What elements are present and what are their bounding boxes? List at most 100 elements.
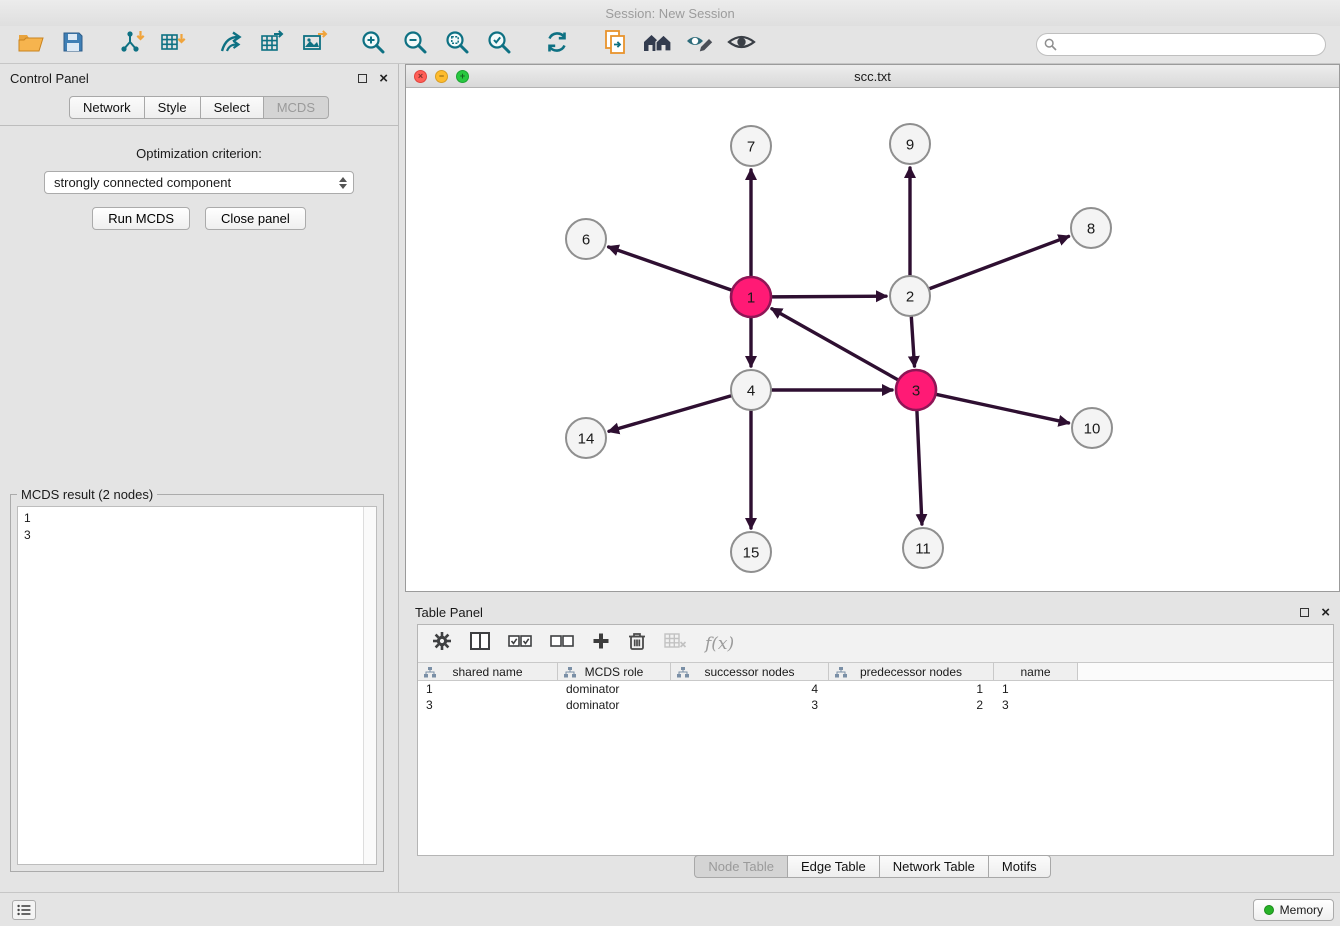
cell-mcds-role[interactable]: dominator [558, 681, 671, 697]
cell-name[interactable]: 3 [994, 697, 1078, 713]
mcds-result-title: MCDS result (2 nodes) [17, 487, 157, 502]
houses-icon [642, 30, 673, 59]
graph-edge-4-14[interactable] [609, 396, 731, 431]
graph-edge-1-2[interactable] [772, 296, 886, 297]
cell-successor-nodes[interactable]: 4 [671, 681, 829, 697]
graph-edge-3-11[interactable] [917, 411, 922, 524]
graph-edge-2-3[interactable] [911, 317, 914, 366]
graph-node-1[interactable]: 1 [731, 277, 771, 317]
tab-mcds[interactable]: MCDS [263, 96, 329, 119]
graph-edge-1-6[interactable] [609, 247, 732, 290]
graph-edge-3-10[interactable] [937, 394, 1069, 423]
zoom-out-button[interactable] [398, 29, 432, 61]
optimization-criterion-label: Optimization criterion: [0, 146, 398, 161]
export-image-button[interactable] [298, 29, 332, 61]
plus-icon [592, 632, 610, 650]
column-header-predecessor-nodes[interactable]: predecessor nodes [829, 663, 994, 680]
network-window-titlebar[interactable]: × − + scc.txt [406, 65, 1339, 88]
import-table-icon [160, 30, 186, 60]
graph-node-2[interactable]: 2 [890, 276, 930, 316]
tab-network[interactable]: Network [69, 96, 145, 119]
zoom-fit-button[interactable] [440, 29, 474, 61]
graph-node-15[interactable]: 15 [731, 532, 771, 572]
tab-network-table[interactable]: Network Table [879, 855, 989, 878]
clone-network-button[interactable] [598, 29, 632, 61]
graph-node-8[interactable]: 8 [1071, 208, 1111, 248]
show-log-button[interactable] [12, 900, 36, 920]
zoom-in-button[interactable] [356, 29, 390, 61]
memory-button[interactable]: Memory [1253, 899, 1334, 921]
control-panel-tabs: Network Style Select MCDS [0, 92, 398, 126]
search-input[interactable] [1036, 33, 1326, 56]
refresh-icon [544, 29, 570, 60]
cell-mcds-role[interactable]: dominator [558, 697, 671, 713]
graph-node-3[interactable]: 3 [896, 370, 936, 410]
graph-node-11[interactable]: 11 [903, 528, 943, 568]
column-header-shared-name[interactable]: shared name [418, 663, 558, 680]
deselect-all-button[interactable] [550, 634, 574, 654]
zoom-window-button[interactable]: + [456, 70, 469, 83]
eye-icon [727, 31, 756, 58]
graph-edge-3-1[interactable] [772, 309, 898, 380]
minimize-window-button[interactable]: − [435, 70, 448, 83]
floppy-disk-icon [62, 31, 84, 58]
column-header-successor-nodes[interactable]: successor nodes [671, 663, 829, 680]
float-table-panel-icon[interactable] [1300, 608, 1309, 617]
close-table-panel-icon[interactable]: × [1321, 605, 1330, 620]
table-row[interactable]: 1dominator411 [418, 681, 1333, 697]
delete-column-button[interactable] [628, 631, 646, 656]
show-annotations-button[interactable] [682, 29, 716, 61]
tab-node-table[interactable]: Node Table [694, 855, 788, 878]
zoom-fit-icon [444, 29, 470, 60]
home-button[interactable] [640, 29, 674, 61]
tab-style[interactable]: Style [144, 96, 201, 119]
refresh-button[interactable] [540, 29, 574, 61]
function-builder-button[interactable]: f(x) [705, 634, 734, 654]
cell-predecessor-nodes[interactable]: 2 [829, 697, 994, 713]
result-scrollbar[interactable] [363, 507, 376, 864]
window-title: Session: New Session [605, 6, 734, 21]
close-panel-icon[interactable]: × [379, 71, 388, 86]
mcds-result-list[interactable]: 1 3 [17, 506, 377, 865]
optimization-dropdown[interactable]: strongly connected component [44, 171, 354, 194]
save-session-button[interactable] [56, 29, 90, 61]
cell-successor-nodes[interactable]: 3 [671, 697, 829, 713]
graph-node-6[interactable]: 6 [566, 219, 606, 259]
close-window-button[interactable]: × [414, 70, 427, 83]
network-graph[interactable]: 7 9 6 8 1 2 4 3 14 10 15 11 [406, 88, 1339, 591]
cell-shared-name[interactable]: 3 [418, 697, 558, 713]
show-graphics-button[interactable] [724, 29, 758, 61]
column-header-name[interactable]: name [994, 663, 1078, 680]
graph-node-9[interactable]: 9 [890, 124, 930, 164]
export-table-button[interactable] [256, 29, 290, 61]
graph-node-4[interactable]: 4 [731, 370, 771, 410]
select-all-button[interactable] [508, 634, 532, 654]
cell-predecessor-nodes[interactable]: 1 [829, 681, 994, 697]
close-panel-button[interactable]: Close panel [205, 207, 306, 230]
open-session-button[interactable] [14, 29, 48, 61]
eye-pen-icon [685, 30, 714, 59]
zoom-selected-button[interactable] [482, 29, 516, 61]
import-table-button[interactable] [156, 29, 190, 61]
export-network-button[interactable] [214, 29, 248, 61]
show-columns-button[interactable] [470, 632, 490, 655]
column-header-mcds-role[interactable]: MCDS role [558, 663, 671, 680]
float-panel-icon[interactable] [358, 74, 367, 83]
table-row[interactable]: 3dominator323 [418, 697, 1333, 713]
network-canvas[interactable]: 7 9 6 8 1 2 4 3 14 10 15 11 [406, 88, 1339, 591]
graph-node-10[interactable]: 10 [1072, 408, 1112, 448]
tab-motifs[interactable]: Motifs [988, 855, 1051, 878]
cell-name[interactable]: 1 [994, 681, 1078, 697]
add-column-button[interactable] [592, 632, 610, 655]
window-titlebar[interactable]: Session: New Session [0, 0, 1340, 26]
graph-edge-2-8[interactable] [930, 236, 1069, 288]
graph-node-14[interactable]: 14 [566, 418, 606, 458]
table-settings-button[interactable] [432, 631, 452, 656]
run-mcds-button[interactable]: Run MCDS [92, 207, 190, 230]
tab-select[interactable]: Select [200, 96, 264, 119]
import-network-button[interactable] [114, 29, 148, 61]
header-filler [1078, 663, 1333, 680]
tab-edge-table[interactable]: Edge Table [787, 855, 880, 878]
graph-node-7[interactable]: 7 [731, 126, 771, 166]
cell-shared-name[interactable]: 1 [418, 681, 558, 697]
